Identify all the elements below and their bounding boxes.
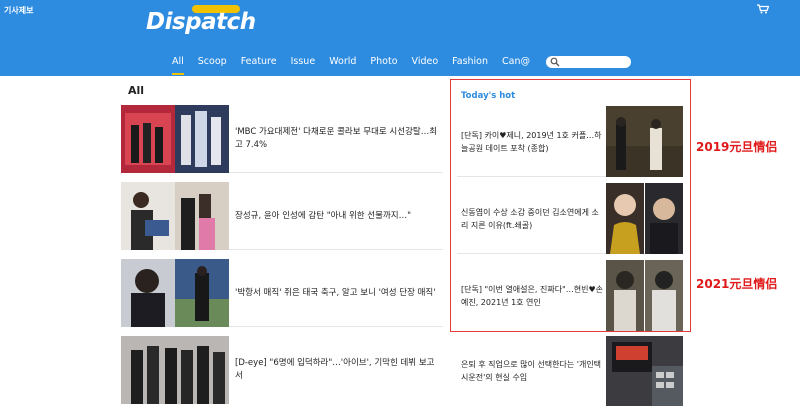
section-title: All [128,84,145,97]
nav-item-scoop[interactable]: Scoop [198,55,227,71]
article-item[interactable]: '박항서 매직' 쥐은 태국 축구, 알고 보니 '여성 단장 매직' [121,259,443,327]
nav-item-all[interactable]: All [172,55,184,75]
nav-item-cana[interactable]: Can@ [502,55,530,71]
article-thumbnail[interactable] [121,259,229,327]
hot-item[interactable]: 은퇴 후 직업으로 많이 선택한다는 '개인택시운전'의 현실 수입 [457,336,683,406]
article-thumbnail[interactable] [121,182,229,250]
annotation-2021: 2021元旦情侣 [696,277,778,291]
hot-item-thumbnail[interactable] [606,183,683,254]
cart-icon[interactable] [757,4,769,14]
hot-item-thumbnail[interactable] [606,260,683,331]
hot-item-title[interactable]: 신동엽이 수상 소감 중이던 김소연에게 소리 지른 이유(ft.쇄골) [461,183,605,254]
search-input[interactable] [546,56,631,68]
hot-item-thumbnail[interactable] [606,336,683,406]
article-thumbnail[interactable] [121,105,229,173]
hot-item-title[interactable]: [단독] "이번 열애설은, 진짜다"…현빈♥손예진, 2021년 1호 연인 [461,260,605,331]
hot-item[interactable]: [단독] "이번 열애설은, 진짜다"…현빈♥손예진, 2021년 1호 연인 [457,260,683,331]
article-item[interactable]: 'MBC 가요대제전' 다채로운 콜라보 무대로 시선강탈…최고 7.4% [121,105,443,173]
annotation-2019: 2019元旦情侣 [696,140,778,154]
report-news-link[interactable]: 기사제보 [4,5,33,16]
search-icon [550,57,560,67]
article-title[interactable]: 'MBC 가요대제전' 다채로운 콜라보 무대로 시선강탈…최고 7.4% [235,105,440,173]
article-title[interactable]: [D-eye] "6명에 입덕하라"…'아이브', 기막힌 데뷔 보고서 [235,336,440,404]
site-logo[interactable]: Dispatch [146,5,256,39]
site-header: 기사제보 Dispatch All Scoop Feature Issue Wo… [0,0,800,76]
nav-item-issue[interactable]: Issue [291,55,316,71]
hot-item-title[interactable]: 은퇴 후 직업으로 많이 선택한다는 '개인택시운전'의 현실 수입 [461,336,605,406]
nav-item-photo[interactable]: Photo [370,55,397,71]
article-title[interactable]: '박항서 매직' 쥐은 태국 축구, 알고 보니 '여성 단장 매직' [235,259,440,327]
hot-item[interactable]: [단독] 카이♥제니, 2019년 1호 커플…하늘공원 데이트 포착 (종합) [457,106,683,177]
hot-item-thumbnail[interactable] [606,106,683,177]
article-title[interactable]: 장성규, 윤아 인성에 감탄 "아내 위한 선물까지…" [235,182,440,250]
todays-hot-title: Today's hot [461,91,516,101]
nav-item-feature[interactable]: Feature [241,55,277,71]
nav-item-fashion[interactable]: Fashion [452,55,488,71]
hot-item[interactable]: 신동엽이 수상 소감 중이던 김소연에게 소리 지른 이유(ft.쇄골) [457,183,683,254]
article-item[interactable]: [D-eye] "6명에 입덕하라"…'아이브', 기막힌 데뷔 보고서 [121,336,443,404]
article-thumbnail[interactable] [121,336,229,404]
article-item[interactable]: 장성규, 윤아 인성에 감탄 "아내 위한 선물까지…" [121,182,443,250]
logo-wordmark: Dispatch [146,9,256,35]
nav-item-world[interactable]: World [329,55,356,71]
main-nav: All Scoop Feature Issue World Photo Vide… [172,55,544,75]
nav-item-video[interactable]: Video [412,55,439,71]
hot-item-title[interactable]: [단독] 카이♥제니, 2019년 1호 커플…하늘공원 데이트 포착 (종합) [461,106,605,177]
